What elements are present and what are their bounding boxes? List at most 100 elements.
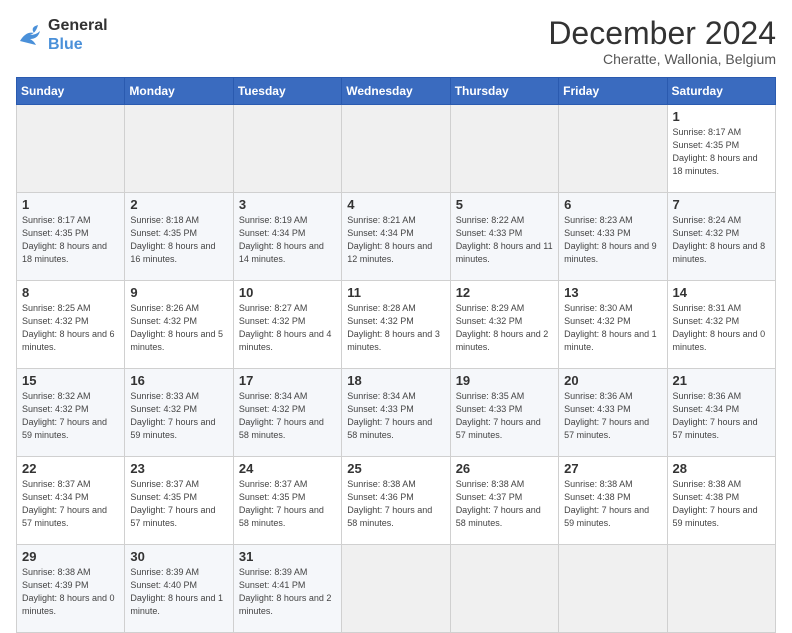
- daylight-text: Daylight: 7 hours and 59 minutes.: [22, 417, 107, 440]
- day-info: Sunrise: 8:28 AM Sunset: 4:32 PM Dayligh…: [347, 302, 444, 354]
- day-number: 25: [347, 461, 444, 476]
- sunrise-text: Sunrise: 8:17 AM: [22, 215, 91, 225]
- sunset-text: Sunset: 4:37 PM: [456, 492, 523, 502]
- table-row: 26 Sunrise: 8:38 AM Sunset: 4:37 PM Dayl…: [450, 457, 558, 545]
- sunrise-text: Sunrise: 8:31 AM: [673, 303, 742, 313]
- table-row: [450, 105, 558, 193]
- table-row: 1 Sunrise: 8:17 AM Sunset: 4:35 PM Dayli…: [17, 193, 125, 281]
- table-row: 7 Sunrise: 8:24 AM Sunset: 4:32 PM Dayli…: [667, 193, 775, 281]
- day-number: 9: [130, 285, 227, 300]
- daylight-text: Daylight: 8 hours and 11 minutes.: [456, 241, 553, 264]
- daylight-text: Daylight: 8 hours and 0 minutes.: [673, 329, 766, 352]
- day-number: 30: [130, 549, 227, 564]
- day-info: Sunrise: 8:36 AM Sunset: 4:33 PM Dayligh…: [564, 390, 661, 442]
- calendar-table: Sunday Monday Tuesday Wednesday Thursday…: [16, 77, 776, 633]
- day-info: Sunrise: 8:38 AM Sunset: 4:38 PM Dayligh…: [564, 478, 661, 530]
- sunrise-text: Sunrise: 8:18 AM: [130, 215, 199, 225]
- day-number: 14: [673, 285, 770, 300]
- daylight-text: Daylight: 7 hours and 57 minutes.: [456, 417, 541, 440]
- sunset-text: Sunset: 4:34 PM: [239, 228, 306, 238]
- day-info: Sunrise: 8:27 AM Sunset: 4:32 PM Dayligh…: [239, 302, 336, 354]
- day-info: Sunrise: 8:38 AM Sunset: 4:37 PM Dayligh…: [456, 478, 553, 530]
- sunrise-text: Sunrise: 8:38 AM: [564, 479, 633, 489]
- sunrise-text: Sunrise: 8:32 AM: [22, 391, 91, 401]
- day-info: Sunrise: 8:37 AM Sunset: 4:35 PM Dayligh…: [130, 478, 227, 530]
- day-info: Sunrise: 8:18 AM Sunset: 4:35 PM Dayligh…: [130, 214, 227, 266]
- daylight-text: Daylight: 7 hours and 57 minutes.: [564, 417, 649, 440]
- table-row: 11 Sunrise: 8:28 AM Sunset: 4:32 PM Dayl…: [342, 281, 450, 369]
- sunrise-text: Sunrise: 8:38 AM: [673, 479, 742, 489]
- day-number: 28: [673, 461, 770, 476]
- daylight-text: Daylight: 8 hours and 5 minutes.: [130, 329, 223, 352]
- day-number: 10: [239, 285, 336, 300]
- sunrise-text: Sunrise: 8:38 AM: [347, 479, 416, 489]
- table-row: [450, 545, 558, 633]
- sunset-text: Sunset: 4:32 PM: [130, 404, 197, 414]
- day-info: Sunrise: 8:35 AM Sunset: 4:33 PM Dayligh…: [456, 390, 553, 442]
- sunset-text: Sunset: 4:33 PM: [347, 404, 414, 414]
- daylight-text: Daylight: 8 hours and 18 minutes.: [22, 241, 107, 264]
- daylight-text: Daylight: 8 hours and 2 minutes.: [456, 329, 549, 352]
- table-row: 3 Sunrise: 8:19 AM Sunset: 4:34 PM Dayli…: [233, 193, 341, 281]
- table-row: 22 Sunrise: 8:37 AM Sunset: 4:34 PM Dayl…: [17, 457, 125, 545]
- table-row: 19 Sunrise: 8:35 AM Sunset: 4:33 PM Dayl…: [450, 369, 558, 457]
- sunrise-text: Sunrise: 8:39 AM: [239, 567, 308, 577]
- table-row: [17, 105, 125, 193]
- day-info: Sunrise: 8:36 AM Sunset: 4:34 PM Dayligh…: [673, 390, 770, 442]
- day-number: 21: [673, 373, 770, 388]
- daylight-text: Daylight: 7 hours and 57 minutes.: [130, 505, 215, 528]
- calendar-week-row: 1 Sunrise: 8:17 AM Sunset: 4:35 PM Dayli…: [17, 193, 776, 281]
- daylight-text: Daylight: 7 hours and 59 minutes.: [130, 417, 215, 440]
- sunset-text: Sunset: 4:38 PM: [564, 492, 631, 502]
- daylight-text: Daylight: 7 hours and 58 minutes.: [239, 417, 324, 440]
- table-row: 29 Sunrise: 8:38 AM Sunset: 4:39 PM Dayl…: [17, 545, 125, 633]
- day-number: 23: [130, 461, 227, 476]
- day-number: 1: [673, 109, 770, 124]
- table-row: [342, 545, 450, 633]
- table-row: 28 Sunrise: 8:38 AM Sunset: 4:38 PM Dayl…: [667, 457, 775, 545]
- sunset-text: Sunset: 4:34 PM: [347, 228, 414, 238]
- sunset-text: Sunset: 4:33 PM: [564, 404, 631, 414]
- daylight-text: Daylight: 8 hours and 2 minutes.: [239, 593, 332, 616]
- sunset-text: Sunset: 4:32 PM: [564, 316, 631, 326]
- day-info: Sunrise: 8:32 AM Sunset: 4:32 PM Dayligh…: [22, 390, 119, 442]
- day-number: 1: [22, 197, 119, 212]
- col-friday: Friday: [559, 78, 667, 105]
- sunset-text: Sunset: 4:32 PM: [22, 316, 89, 326]
- daylight-text: Daylight: 7 hours and 58 minutes.: [239, 505, 324, 528]
- calendar-week-row: 15 Sunrise: 8:32 AM Sunset: 4:32 PM Dayl…: [17, 369, 776, 457]
- daylight-text: Daylight: 8 hours and 9 minutes.: [564, 241, 657, 264]
- logo: General Blue: [16, 16, 108, 54]
- day-number: 22: [22, 461, 119, 476]
- day-number: 16: [130, 373, 227, 388]
- table-row: 25 Sunrise: 8:38 AM Sunset: 4:36 PM Dayl…: [342, 457, 450, 545]
- logo-text: General Blue: [48, 16, 108, 54]
- daylight-text: Daylight: 8 hours and 4 minutes.: [239, 329, 332, 352]
- table-row: 16 Sunrise: 8:33 AM Sunset: 4:32 PM Dayl…: [125, 369, 233, 457]
- day-number: 15: [22, 373, 119, 388]
- day-info: Sunrise: 8:17 AM Sunset: 4:35 PM Dayligh…: [22, 214, 119, 266]
- daylight-text: Daylight: 8 hours and 14 minutes.: [239, 241, 324, 264]
- day-number: 29: [22, 549, 119, 564]
- header: General Blue December 2024 Cheratte, Wal…: [16, 16, 776, 67]
- sunrise-text: Sunrise: 8:35 AM: [456, 391, 525, 401]
- day-number: 6: [564, 197, 661, 212]
- day-info: Sunrise: 8:29 AM Sunset: 4:32 PM Dayligh…: [456, 302, 553, 354]
- day-info: Sunrise: 8:30 AM Sunset: 4:32 PM Dayligh…: [564, 302, 661, 354]
- sunrise-text: Sunrise: 8:37 AM: [239, 479, 308, 489]
- sunset-text: Sunset: 4:34 PM: [22, 492, 89, 502]
- sunrise-text: Sunrise: 8:37 AM: [22, 479, 91, 489]
- day-info: Sunrise: 8:39 AM Sunset: 4:41 PM Dayligh…: [239, 566, 336, 618]
- sunset-text: Sunset: 4:33 PM: [456, 404, 523, 414]
- calendar-week-row: 29 Sunrise: 8:38 AM Sunset: 4:39 PM Dayl…: [17, 545, 776, 633]
- day-info: Sunrise: 8:21 AM Sunset: 4:34 PM Dayligh…: [347, 214, 444, 266]
- table-row: [559, 545, 667, 633]
- daylight-text: Daylight: 8 hours and 1 minute.: [130, 593, 223, 616]
- table-row: 4 Sunrise: 8:21 AM Sunset: 4:34 PM Dayli…: [342, 193, 450, 281]
- sunset-text: Sunset: 4:35 PM: [130, 228, 197, 238]
- day-number: 8: [22, 285, 119, 300]
- col-saturday: Saturday: [667, 78, 775, 105]
- day-info: Sunrise: 8:22 AM Sunset: 4:33 PM Dayligh…: [456, 214, 553, 266]
- table-row: 1 Sunrise: 8:17 AM Sunset: 4:35 PM Dayli…: [667, 105, 775, 193]
- day-number: 13: [564, 285, 661, 300]
